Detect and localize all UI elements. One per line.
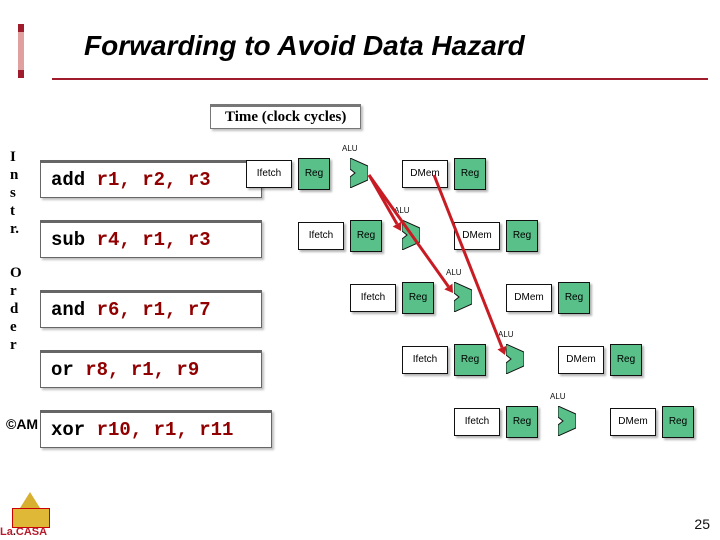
instruction-row: and r6, r1, r7: [40, 290, 262, 328]
alu-stage: ALU: [402, 220, 420, 248]
page-number: 25: [694, 516, 710, 532]
alu-stage: ALU: [558, 406, 576, 434]
title-rule: [52, 78, 708, 80]
time-label: Time (clock cycles): [210, 104, 361, 129]
id-reg-stage: Reg: [402, 282, 434, 314]
dmem-stage: DMem: [454, 222, 500, 250]
instruction-row: add r1, r2, r3: [40, 160, 262, 198]
instruction-row: xor r10, r1, r11: [40, 410, 272, 448]
alu-stage: ALU: [454, 282, 472, 310]
dmem-stage: DMem: [506, 284, 552, 312]
instruction-row: or r8, r1, r9: [40, 350, 262, 388]
if-stage: Ifetch: [246, 160, 292, 188]
forwarding-arrows: [0, 0, 720, 540]
wb-reg-stage: Reg: [610, 344, 642, 376]
id-reg-stage: Reg: [454, 344, 486, 376]
brand-text: La.CASA: [0, 526, 47, 538]
page-title: Forwarding to Avoid Data Hazard: [84, 30, 525, 62]
id-reg-stage: Reg: [350, 220, 382, 252]
id-reg-stage: Reg: [506, 406, 538, 438]
id-reg-stage: Reg: [298, 158, 330, 190]
wb-reg-stage: Reg: [662, 406, 694, 438]
instruction-row: sub r4, r1, r3: [40, 220, 262, 258]
wb-reg-stage: Reg: [454, 158, 486, 190]
alu-stage: ALU: [350, 158, 368, 186]
if-stage: Ifetch: [402, 346, 448, 374]
if-stage: Ifetch: [298, 222, 344, 250]
instr-vertical-label: Instr.: [10, 148, 19, 238]
copyright: ©AM: [6, 416, 38, 432]
alu-stage: ALU: [506, 344, 524, 372]
wb-reg-stage: Reg: [506, 220, 538, 252]
dmem-stage: DMem: [402, 160, 448, 188]
if-stage: Ifetch: [350, 284, 396, 312]
order-vertical-label: Order: [10, 264, 22, 354]
title-accent: [18, 24, 24, 78]
dmem-stage: DMem: [610, 408, 656, 436]
dmem-stage: DMem: [558, 346, 604, 374]
wb-reg-stage: Reg: [558, 282, 590, 314]
if-stage: Ifetch: [454, 408, 500, 436]
